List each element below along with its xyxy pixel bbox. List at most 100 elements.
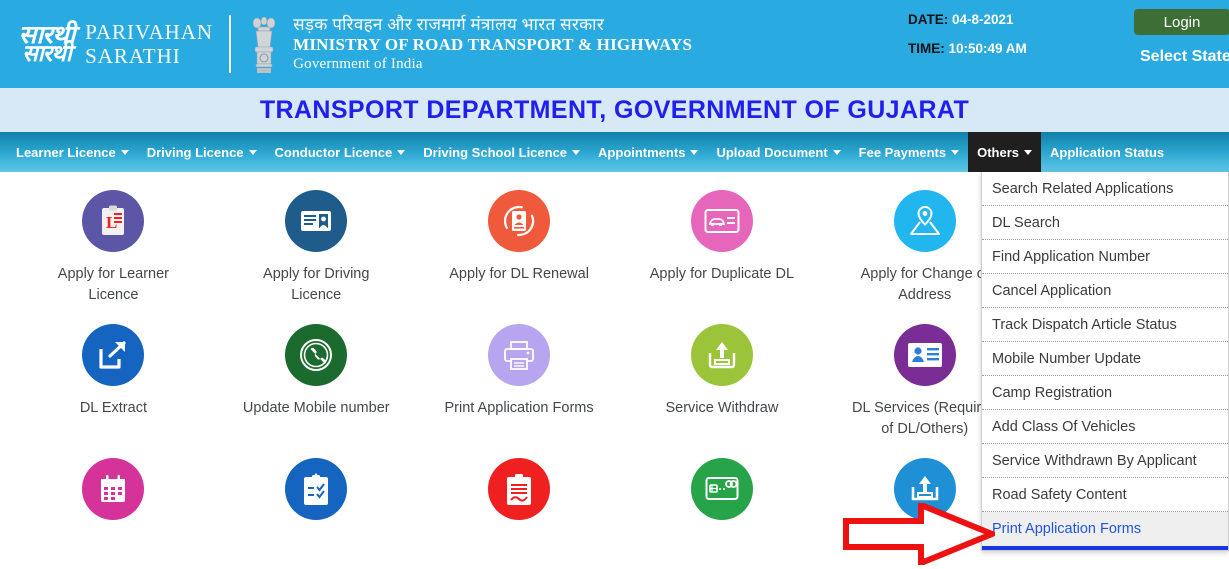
service-tile[interactable]: L Apply for Learner Licence xyxy=(12,172,215,306)
dropdown-item-track-dispatch-article-status[interactable]: Track Dispatch Article Status xyxy=(982,308,1228,342)
others-dropdown-menu: Search Related Applications DL Search Find… xyxy=(981,172,1229,551)
nav-item-label: Others xyxy=(977,144,1020,160)
nav-item-label: Upload Document xyxy=(716,144,828,160)
nav-item-label: Conductor Licence xyxy=(274,144,393,160)
service-tile[interactable]: Apply for Driving Licence xyxy=(215,172,418,306)
site-header: सारथी सारथी PARIVAHAN SARATHI सड़क परिवह… xyxy=(0,0,1229,88)
dropdown-item-service-withdrawn-by-applicant[interactable]: Service Withdrawn By Applicant xyxy=(982,444,1228,478)
dropdown-item-find-application-number[interactable]: Find Application Number xyxy=(982,240,1228,274)
ministry-block: सड़क परिवहन और राजमार्ग मंत्रालय भारत सर… xyxy=(293,15,692,74)
sarathi-logo-line1: सारथी xyxy=(18,22,76,49)
service-tile[interactable]: Apply for Duplicate DL xyxy=(620,172,823,306)
ministry-english: MINISTRY OF ROAD TRANSPORT & HIGHWAYS xyxy=(293,35,693,54)
service-tile-label: Update Mobile number xyxy=(242,400,390,417)
nav-item-label: Application Status xyxy=(1050,144,1165,160)
service-tile[interactable]: Service Withdraw xyxy=(620,306,823,440)
nav-item-application-status[interactable]: Application Status xyxy=(1041,132,1173,172)
chevron-down-icon xyxy=(120,149,129,155)
nav-item-appointments[interactable]: Appointments xyxy=(589,132,707,172)
upload-tray-icon[interactable] xyxy=(690,324,753,387)
dropdown-item-camp-registration[interactable]: Camp Registration xyxy=(982,376,1228,410)
service-tile-label: Apply for Driving Licence xyxy=(263,266,370,304)
service-tile-label: Apply for Change of Address xyxy=(860,266,989,304)
dropdown-item-mobile-number-update[interactable]: Mobile Number Update xyxy=(982,342,1228,376)
chevron-down-icon xyxy=(832,149,841,155)
time-row: TIME: 10:50:49 AM xyxy=(908,41,1027,56)
dropdown-item-search-related-applications[interactable]: Search Related Applications xyxy=(982,172,1228,206)
checklist-clipboard-icon[interactable] xyxy=(285,458,348,521)
page-root: सारथी सारथी PARIVAHAN SARATHI सड़क परिवह… xyxy=(0,0,1229,569)
page-title: TRANSPORT DEPARTMENT, GOVERNMENT OF GUJA… xyxy=(259,95,970,124)
login-button[interactable]: Login xyxy=(1134,9,1229,35)
dropdown-item-cancel-application[interactable]: Cancel Application xyxy=(982,274,1228,308)
service-tile-label: Print Application Forms xyxy=(444,400,594,417)
nav-item-label: Driving School Licence xyxy=(423,144,568,160)
date-row: DATE: 04-8-2021 xyxy=(908,12,1027,27)
date-value: 04-8-2021 xyxy=(952,12,1014,27)
chevron-down-icon xyxy=(690,149,699,155)
nav-item-others[interactable]: Others xyxy=(968,132,1042,172)
chevron-down-icon xyxy=(572,149,581,155)
brand-line-parivahan: PARIVAHAN xyxy=(85,19,214,44)
printer-icon[interactable] xyxy=(488,324,551,387)
nav-item-label: Appointments xyxy=(598,144,686,160)
nav-item-label: Driving Licence xyxy=(146,144,244,160)
dropdown-item-dl-search[interactable]: DL Search xyxy=(982,206,1228,240)
service-tile-label: Apply for DL Renewal xyxy=(449,266,589,282)
service-tile-label: DL Extract xyxy=(79,400,147,417)
location-pin-icon[interactable] xyxy=(893,190,956,252)
service-tile[interactable]: DL Extract xyxy=(12,306,215,440)
duplicate-card-icon[interactable] xyxy=(690,190,753,252)
chevron-down-icon xyxy=(248,149,257,155)
service-tile-label: DL Services (Required of DL/Others) xyxy=(852,400,998,438)
service-tile-label: Apply for Learner Licence xyxy=(57,266,170,304)
national-emblem-icon xyxy=(247,12,281,76)
service-tile[interactable] xyxy=(620,440,823,532)
nav-item-conductor-licence[interactable]: Conductor Licence xyxy=(266,132,415,172)
select-state-link[interactable]: Select State xyxy=(1140,48,1229,66)
service-tile[interactable] xyxy=(418,440,621,532)
service-tile[interactable] xyxy=(215,440,418,532)
nav-item-label: Fee Payments xyxy=(858,144,947,160)
dropdown-bottom-bar xyxy=(982,546,1228,550)
share-export-icon[interactable] xyxy=(82,324,145,387)
nav-item-driving-licence[interactable]: Driving Licence xyxy=(138,132,266,172)
sarathi-logo: सारथी सारथी xyxy=(18,22,76,65)
payment-card-icon[interactable] xyxy=(690,458,753,521)
ministry-hindi: सड़क परिवहन और राजमार्ग मंत्रालय भारत सर… xyxy=(293,14,605,34)
signed-document-icon[interactable] xyxy=(488,458,551,521)
brand-name: PARIVAHAN SARATHI xyxy=(85,20,213,68)
calendar-icon[interactable] xyxy=(82,458,145,521)
others-dropdown-list: Search Related Applications DL Search Find… xyxy=(982,172,1228,546)
clipboard-learner-icon[interactable]: L xyxy=(82,190,145,252)
dropdown-item-add-class-of-vehicles[interactable]: Add Class Of Vehicles xyxy=(982,410,1228,444)
id-card-icon[interactable] xyxy=(285,190,348,252)
dropdown-item-print-application-forms[interactable]: Print Application Forms xyxy=(982,512,1228,546)
ministry-government: Government of India xyxy=(293,56,423,73)
phone-icon[interactable] xyxy=(285,324,348,387)
time-value: 10:50:49 AM xyxy=(948,41,1027,56)
header-divider xyxy=(229,15,232,73)
service-tile[interactable]: Print Application Forms xyxy=(418,306,621,440)
nav-item-upload-document[interactable]: Upload Document xyxy=(707,132,849,172)
dropdown-item-road-safety-content[interactable]: Road Safety Content xyxy=(982,478,1228,512)
datetime-block: DATE: 04-8-2021 TIME: 10:50:49 AM xyxy=(908,12,1027,70)
time-label: TIME: xyxy=(908,41,945,56)
service-tile[interactable] xyxy=(12,440,215,532)
chevron-down-icon xyxy=(1024,149,1033,155)
nav-item-fee-payments[interactable]: Fee Payments xyxy=(850,132,968,172)
service-tile-label: Service Withdraw xyxy=(665,400,779,417)
renewal-document-icon[interactable] xyxy=(488,190,551,252)
chevron-down-icon xyxy=(951,149,960,155)
nav-item-learner-licence[interactable]: Learner Licence xyxy=(0,132,138,172)
service-tile-label: Apply for Duplicate DL xyxy=(649,266,795,282)
brand-line-sarathi: SARATHI xyxy=(85,44,181,68)
department-title-bar: TRANSPORT DEPARTMENT, GOVERNMENT OF GUJA… xyxy=(0,88,1229,132)
service-tile[interactable]: Update Mobile number xyxy=(215,306,418,440)
main-navigation: Learner Licence Driving Licence Conductor … xyxy=(0,132,1229,172)
profile-card-icon[interactable] xyxy=(893,324,956,387)
upload-cloud-icon[interactable] xyxy=(893,458,956,521)
date-label: DATE: xyxy=(908,12,949,27)
nav-item-driving-school-licence[interactable]: Driving School Licence xyxy=(414,132,589,172)
service-tile[interactable]: Apply for DL Renewal xyxy=(418,172,621,306)
